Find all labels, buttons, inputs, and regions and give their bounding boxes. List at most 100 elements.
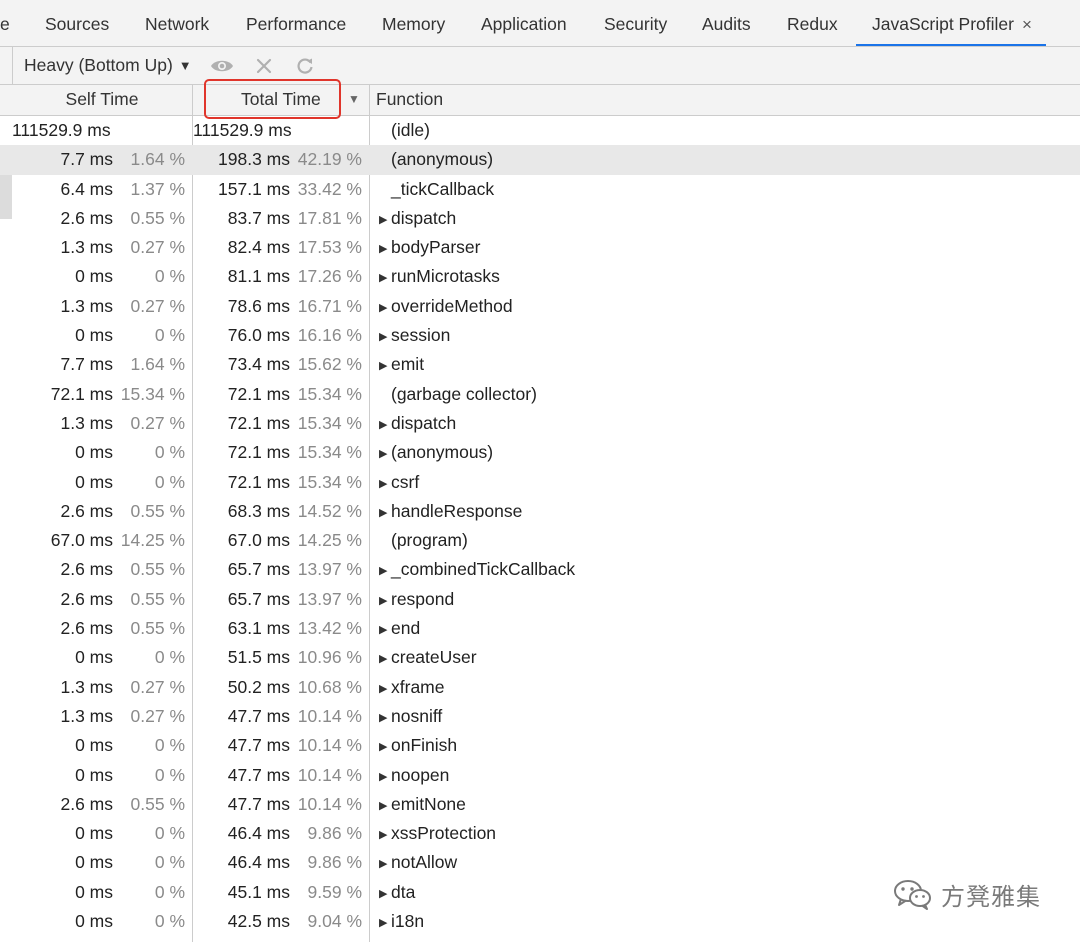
devtools-tabbar: e Sources Network Performance Memory App…: [0, 0, 1080, 47]
table-row[interactable]: 1.3 ms 0.27 % 50.2 ms 10.68 % ▶ xframe: [0, 673, 1080, 702]
expand-triangle-icon[interactable]: ▶: [379, 470, 391, 499]
close-icon[interactable]: [252, 55, 276, 77]
expand-triangle-icon[interactable]: ▶: [379, 264, 391, 293]
expand-triangle-icon[interactable]: ▶: [379, 352, 391, 381]
total-time-ms: 45.1 ms: [227, 881, 290, 902]
tab-network[interactable]: Network: [145, 0, 209, 47]
expand-triangle-icon[interactable]: ▶: [379, 440, 391, 469]
total-time-ms: 46.4 ms: [227, 823, 290, 844]
expand-triangle-icon[interactable]: ▶: [379, 294, 391, 323]
table-row[interactable]: 0 ms 0 % 47.7 ms 10.14 % ▶ onFinish: [0, 731, 1080, 760]
table-row[interactable]: 0 ms 0 % 72.1 ms 15.34 % ▶ (anonymous): [0, 438, 1080, 467]
self-time-ms: 0 ms: [75, 325, 113, 346]
table-row[interactable]: 1.3 ms 0.27 % 82.4 ms 17.53 % ▶ bodyParser: [0, 233, 1080, 262]
table-row[interactable]: 2.6 ms 0.55 % 65.7 ms 13.97 % ▶ _combinedTick…: [0, 555, 1080, 584]
expand-triangle-icon[interactable]: ▶: [379, 206, 391, 235]
tab-memory[interactable]: Memory: [382, 0, 445, 47]
function-cell: ▶ xframe: [379, 673, 444, 705]
table-row[interactable]: 111529.9 ms 111529.9 ms (idle): [0, 116, 1080, 145]
eye-icon[interactable]: [210, 55, 234, 77]
expand-triangle-icon[interactable]: ▶: [379, 499, 391, 528]
expand-triangle-icon[interactable]: ▶: [379, 821, 391, 850]
table-row[interactable]: 2.6 ms 0.55 % 47.7 ms 10.14 % ▶ emitNone: [0, 790, 1080, 819]
tab-application[interactable]: Application: [481, 0, 567, 47]
self-time-percent: 0.27 %: [130, 295, 185, 316]
reload-icon[interactable]: [293, 55, 317, 77]
total-time-ms: 50.2 ms: [227, 676, 290, 697]
table-row[interactable]: 2.6 ms 0.55 % 83.7 ms 17.81 % ▶ dispatch: [0, 204, 1080, 233]
expand-triangle-icon[interactable]: ▶: [379, 733, 391, 762]
table-row[interactable]: 0 ms 0 % 47.7 ms 10.14 % ▶ noopen: [0, 761, 1080, 790]
table-row[interactable]: 0 ms 0 % 46.4 ms 9.86 % ▶ notAllow: [0, 848, 1080, 877]
table-row[interactable]: 0 ms 0 % 76.0 ms 16.16 % ▶ session: [0, 321, 1080, 350]
function-cell: ▶ _combinedTickCallback: [379, 555, 575, 587]
function-cell: (program): [379, 526, 468, 555]
table-row[interactable]: 67.0 ms 14.25 % 67.0 ms 14.25 % (program): [0, 526, 1080, 555]
expand-triangle-icon[interactable]: ▶: [379, 763, 391, 792]
function-cell: ▶ dispatch: [379, 204, 456, 236]
function-cell: ▶ bodyParser: [379, 233, 481, 265]
tab-security[interactable]: Security: [604, 0, 667, 47]
column-self-time[interactable]: Self Time: [12, 85, 192, 116]
tab-redux[interactable]: Redux: [787, 0, 838, 47]
expand-triangle-icon[interactable]: ▶: [379, 880, 391, 909]
tab-sources[interactable]: Sources: [45, 0, 109, 47]
tab-audits[interactable]: Audits: [702, 0, 751, 47]
column-function[interactable]: Function: [376, 85, 443, 116]
self-time-ms: 0 ms: [75, 764, 113, 785]
expand-triangle-icon[interactable]: ▶: [379, 850, 391, 879]
total-time-percent: 17.26 %: [297, 266, 362, 287]
self-time-percent: 0.55 %: [130, 588, 185, 609]
total-time-percent: 9.59 %: [307, 881, 362, 902]
total-time-ms: 47.7 ms: [227, 705, 290, 726]
self-time-ms: 0 ms: [75, 852, 113, 873]
table-row[interactable]: 72.1 ms 15.34 % 72.1 ms 15.34 % (garbage col…: [0, 380, 1080, 409]
function-name: (idle): [391, 120, 430, 140]
table-row[interactable]: 7.7 ms 1.64 % 73.4 ms 15.62 % ▶ emit: [0, 350, 1080, 379]
total-time-percent: 16.16 %: [297, 325, 362, 346]
self-time-percent: 0 %: [154, 911, 185, 932]
expand-triangle-icon[interactable]: ▶: [379, 704, 391, 733]
total-time-ms: 51.5 ms: [227, 647, 290, 668]
table-row[interactable]: 0 ms 0 % 81.1 ms 17.26 % ▶ runMicrotasks: [0, 262, 1080, 291]
total-time-percent: 17.81 %: [297, 207, 362, 228]
total-time-ms: 72.1 ms: [227, 442, 290, 463]
table-row[interactable]: 0 ms 0 % 46.4 ms 9.86 % ▶ xssProtection: [0, 819, 1080, 848]
table-row[interactable]: 0 ms 0 % 72.1 ms 15.34 % ▶ csrf: [0, 468, 1080, 497]
expand-triangle-icon[interactable]: ▶: [379, 411, 391, 440]
expand-triangle-icon[interactable]: ▶: [379, 323, 391, 352]
close-tab-icon[interactable]: ×: [1022, 0, 1032, 49]
tab-javascript-profiler[interactable]: JavaScript Profiler ×: [856, 0, 1046, 46]
expand-triangle-icon[interactable]: ▶: [379, 235, 391, 264]
tab-performance[interactable]: Performance: [246, 0, 346, 47]
view-mode-select[interactable]: Heavy (Bottom Up) ▼: [24, 47, 192, 85]
self-time-ms: 111529.9 ms: [12, 120, 111, 140]
self-time-percent: 1.37 %: [130, 178, 185, 199]
total-time-ms: 72.1 ms: [227, 383, 290, 404]
function-name: createUser: [391, 647, 477, 668]
table-row[interactable]: 2.6 ms 0.55 % 63.1 ms 13.42 % ▶ end: [0, 614, 1080, 643]
total-time-ms: 72.1 ms: [227, 471, 290, 492]
self-time-percent: 0.27 %: [130, 412, 185, 433]
tab-console-partial[interactable]: e: [0, 0, 10, 47]
expand-triangle-icon[interactable]: ▶: [379, 557, 391, 586]
table-row[interactable]: 0 ms 0 % 51.5 ms 10.96 % ▶ createUser: [0, 643, 1080, 672]
expand-triangle-icon[interactable]: ▶: [379, 909, 391, 938]
table-row[interactable]: 6.4 ms 1.37 % 157.1 ms 33.42 % _tickCallback: [0, 175, 1080, 204]
sort-desc-icon: ▼: [348, 92, 360, 106]
table-row[interactable]: 7.7 ms 1.64 % 198.3 ms 42.19 % (anonymous): [0, 145, 1080, 175]
table-row[interactable]: 1.3 ms 0.27 % 47.7 ms 10.14 % ▶ nosniff: [0, 702, 1080, 731]
table-row[interactable]: 1.3 ms 0.27 % 78.6 ms 16.71 % ▶ overrideMetho…: [0, 292, 1080, 321]
table-row[interactable]: 1.3 ms 0.27 % 72.1 ms 15.34 % ▶ dispatch: [0, 409, 1080, 438]
expand-triangle-icon[interactable]: ▶: [379, 645, 391, 674]
function-cell: ▶ session: [379, 321, 450, 353]
function-cell: ▶ (anonymous): [379, 438, 493, 470]
expand-triangle-icon[interactable]: ▶: [379, 616, 391, 645]
total-time-ms: 67.0 ms: [227, 530, 290, 551]
expand-triangle-icon[interactable]: ▶: [379, 587, 391, 616]
expand-triangle-icon[interactable]: ▶: [379, 675, 391, 704]
expand-triangle-icon[interactable]: ▶: [379, 792, 391, 821]
table-row[interactable]: 2.6 ms 0.55 % 65.7 ms 13.97 % ▶ respond: [0, 585, 1080, 614]
table-row[interactable]: 2.6 ms 0.55 % 68.3 ms 14.52 % ▶ handleRespons…: [0, 497, 1080, 526]
function-name: (anonymous): [391, 149, 494, 170]
